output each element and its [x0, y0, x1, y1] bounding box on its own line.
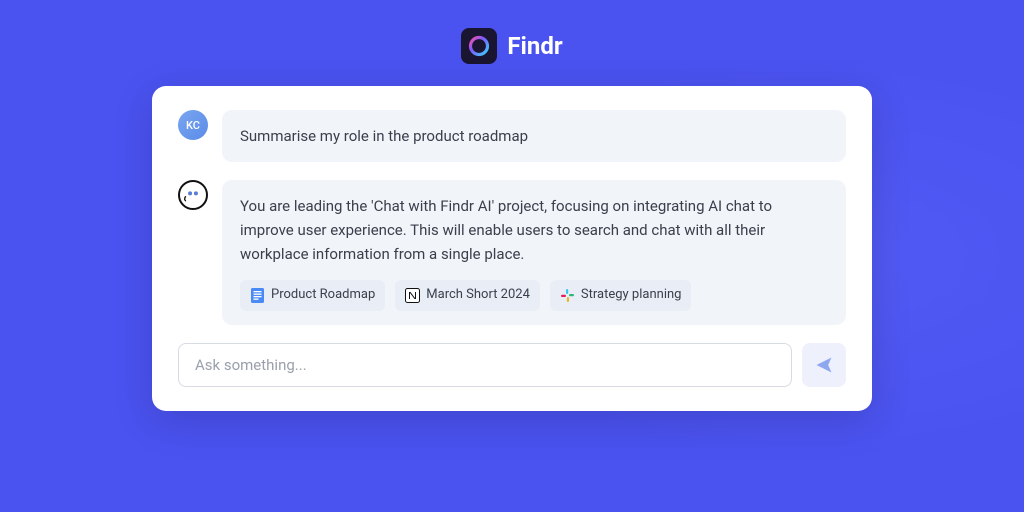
slack-icon: [560, 288, 575, 303]
user-message-text: Summarise my role in the product roadmap: [240, 127, 528, 145]
findr-logo-icon: [461, 28, 497, 64]
send-icon: [814, 355, 834, 375]
gdoc-icon: [250, 288, 265, 303]
chip-product-roadmap[interactable]: Product Roadmap: [240, 280, 385, 311]
chip-label: March Short 2024: [426, 285, 530, 306]
user-avatar: KC: [178, 110, 208, 140]
chat-card: KC Summarise my role in the product road…: [152, 86, 872, 411]
input-row: Ask something...: [178, 343, 846, 387]
bot-avatar: [178, 180, 208, 210]
source-chips: Product Roadmap March Short 2024: [240, 280, 828, 311]
chip-march-short[interactable]: March Short 2024: [395, 280, 540, 311]
bot-message-row: You are leading the 'Chat with Findr AI'…: [178, 180, 846, 325]
ask-input[interactable]: Ask something...: [178, 343, 792, 387]
bot-message-text: You are leading the 'Chat with Findr AI'…: [240, 194, 828, 266]
bot-message-bubble: You are leading the 'Chat with Findr AI'…: [222, 180, 846, 325]
notion-icon: [405, 288, 420, 303]
user-message-bubble: Summarise my role in the product roadmap: [222, 110, 846, 162]
chip-strategy-planning[interactable]: Strategy planning: [550, 280, 692, 311]
send-button[interactable]: [802, 343, 846, 387]
brand-name: Findr: [507, 32, 562, 60]
bot-face-icon: [183, 185, 203, 205]
user-initials: KC: [186, 119, 200, 132]
logo-ring-icon: [467, 34, 491, 58]
chip-label: Strategy planning: [581, 285, 682, 306]
chip-label: Product Roadmap: [271, 285, 375, 306]
user-message-row: KC Summarise my role in the product road…: [178, 110, 846, 162]
ask-placeholder: Ask something...: [195, 356, 307, 374]
header: Findr: [0, 0, 1024, 64]
